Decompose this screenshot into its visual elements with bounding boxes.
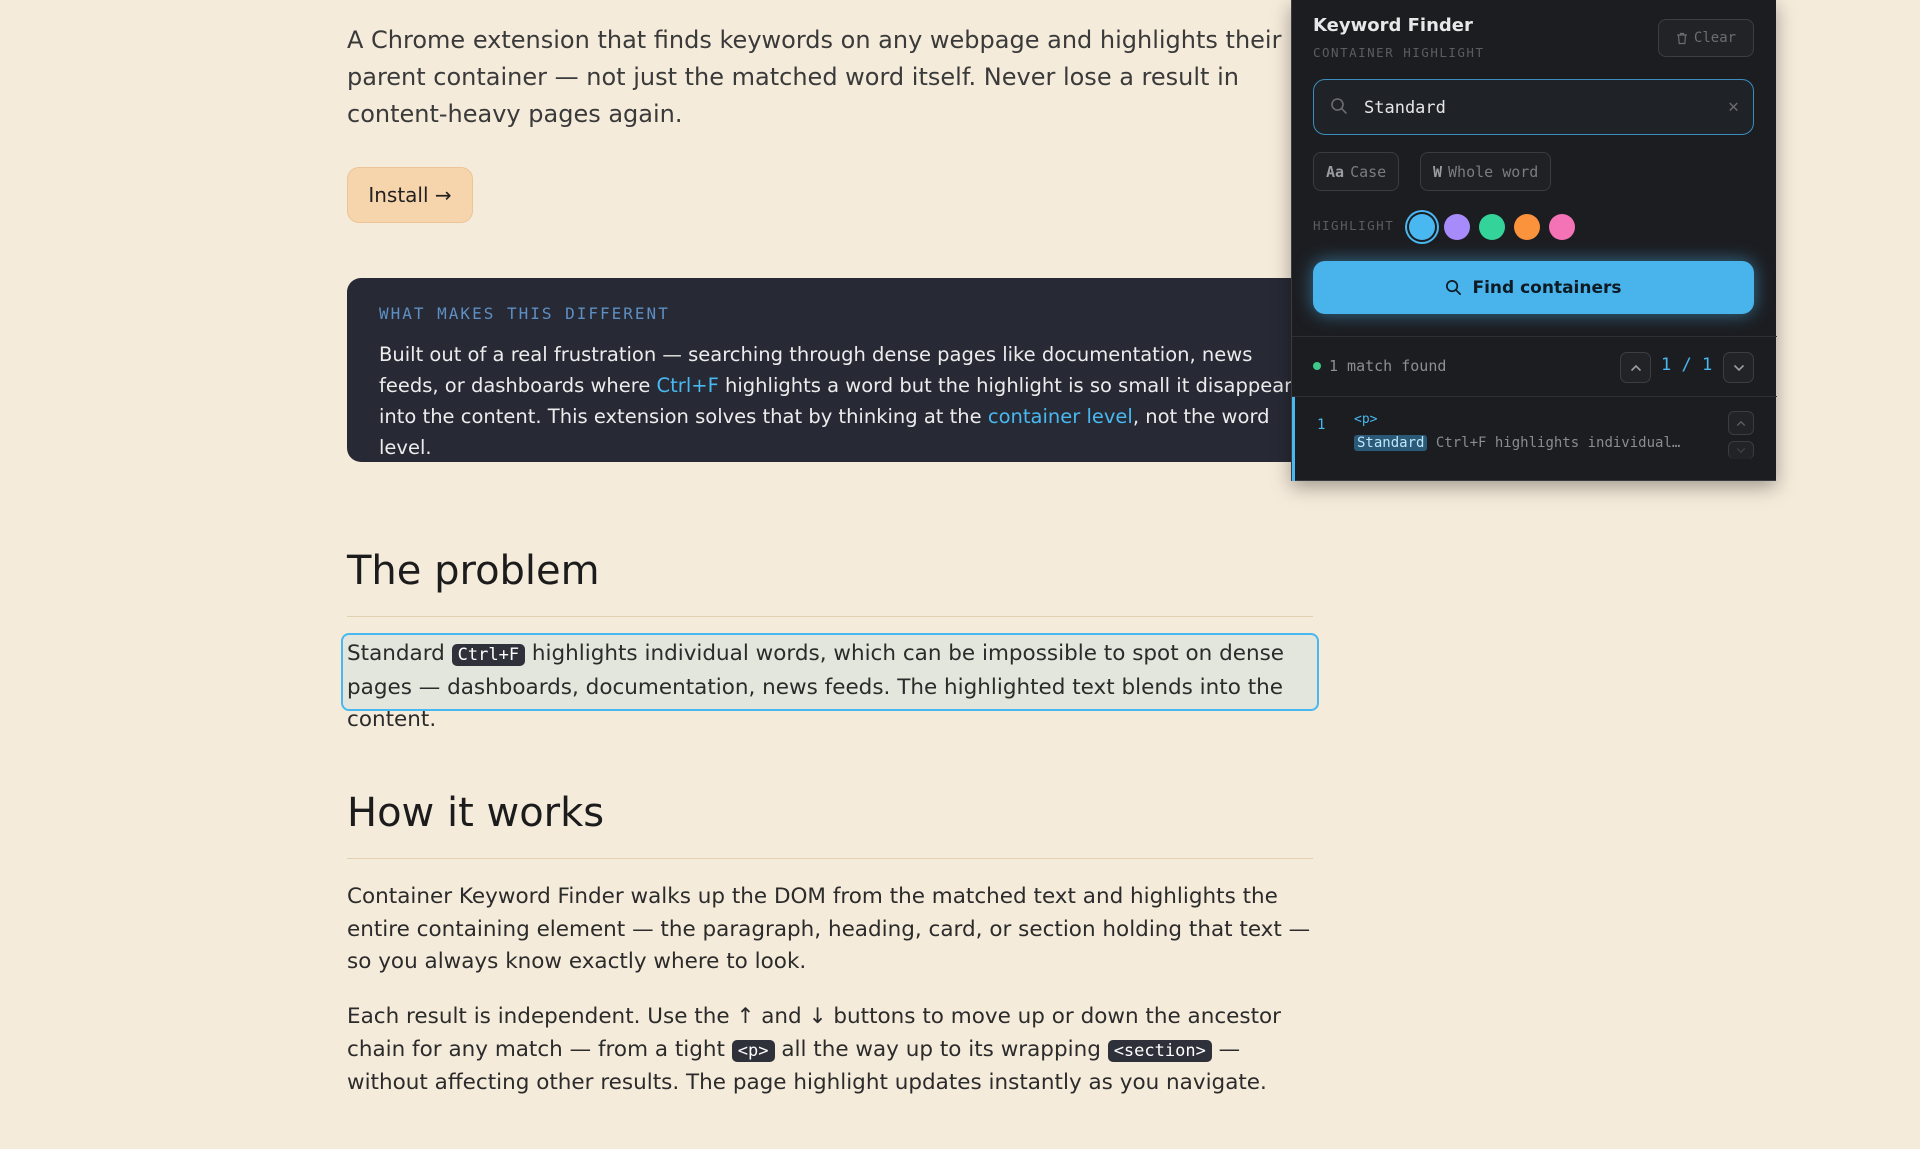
result-snippet-text: Ctrl+F highlights individual… — [1435, 435, 1681, 451]
panel-subtitle: CONTAINER HIGHLIGHT — [1313, 45, 1485, 60]
search-icon — [1446, 280, 1462, 295]
swatch-pink[interactable] — [1549, 214, 1575, 240]
how-heading: How it works — [347, 790, 605, 836]
how-divider — [347, 858, 1313, 859]
case-toggle[interactable]: Aa Case — [1313, 152, 1400, 191]
problem-divider — [347, 616, 1313, 617]
how-paragraph-2: Each result is independent. Use the ↑ an… — [347, 1001, 1317, 1100]
chevron-down-icon — [1733, 364, 1744, 371]
result-snippet: Standard Ctrl+F highlights individual… — [1354, 435, 1680, 451]
ctrl-f-kbd: Ctrl+F — [451, 644, 526, 666]
intro-text: A Chrome extension that finds keywords o… — [347, 26, 1282, 128]
ancestor-down-button[interactable] — [1728, 441, 1754, 459]
swatch-blue[interactable] — [1409, 214, 1435, 240]
search-box: ✕ — [1313, 79, 1754, 135]
case-label: Case — [1350, 162, 1387, 181]
search-icon — [1331, 98, 1347, 114]
swatch-purple[interactable] — [1444, 214, 1470, 240]
whole-word-prefix: W — [1433, 162, 1443, 181]
whole-word-toggle[interactable]: W Whole word — [1420, 152, 1552, 191]
clear-label: Clear — [1693, 30, 1737, 46]
whole-word-label: Whole word — [1448, 162, 1539, 181]
status-dot — [1313, 362, 1321, 370]
problem-heading: The problem — [347, 548, 600, 594]
prev-match-button[interactable] — [1620, 352, 1651, 383]
problem-paragraph: Standard Ctrl+F highlights individual wo… — [347, 638, 1317, 737]
section-tag-code: <section> — [1107, 1039, 1212, 1062]
clear-search-icon[interactable]: ✕ — [1728, 96, 1739, 117]
case-prefix: Aa — [1326, 162, 1345, 181]
next-match-button[interactable] — [1723, 352, 1754, 383]
how-paragraph-1: Container Keyword Finder walks up the DO… — [347, 884, 1311, 974]
chevron-up-icon — [1736, 420, 1746, 426]
search-input[interactable] — [1362, 90, 1706, 126]
callout-card: WHAT MAKES THIS DIFFERENT Built out of a… — [347, 278, 1347, 462]
keyword-finder-panel: Keyword Finder CONTAINER HIGHLIGHT Clear… — [1291, 0, 1777, 481]
match-counter: 1 / 1 — [1661, 355, 1713, 375]
ancestor-up-button[interactable] — [1728, 411, 1754, 435]
callout-label: WHAT MAKES THIS DIFFERENT — [379, 304, 670, 323]
panel-divider — [1292, 336, 1777, 337]
p-tag-code: <p> — [731, 1039, 775, 1062]
chevron-up-icon — [1630, 364, 1641, 371]
result-keyword: Standard — [1354, 435, 1428, 451]
problem-text-1: Standard — [347, 641, 452, 666]
install-label: Install → — [368, 183, 452, 207]
swatch-orange[interactable] — [1514, 214, 1540, 240]
chevron-down-icon — [1736, 447, 1746, 454]
result-tag: <p> — [1354, 412, 1378, 427]
swatch-green[interactable] — [1479, 214, 1505, 240]
match-status: 1 match found — [1313, 357, 1446, 375]
clear-button[interactable]: Clear — [1658, 19, 1754, 57]
result-number: 1 — [1317, 417, 1326, 433]
result-item[interactable]: 1 <p> Standard Ctrl+F highlights individ… — [1292, 397, 1777, 481]
highlight-label: HIGHLIGHT — [1313, 218, 1395, 233]
container-level-term: container level — [987, 405, 1133, 428]
how-text-2: all the way up to its wrapping — [774, 1036, 1108, 1062]
find-containers-button[interactable]: Find containers — [1313, 261, 1754, 314]
status-text: 1 match found — [1329, 357, 1447, 375]
install-button[interactable]: Install → — [347, 167, 473, 223]
panel-title: Keyword Finder — [1313, 15, 1473, 36]
ctrl-f-term: Ctrl+F — [656, 374, 719, 397]
callout-text: Built out of a real frustration — search… — [379, 339, 1314, 463]
find-label: Find containers — [1472, 277, 1622, 298]
trash-icon — [1676, 32, 1687, 44]
